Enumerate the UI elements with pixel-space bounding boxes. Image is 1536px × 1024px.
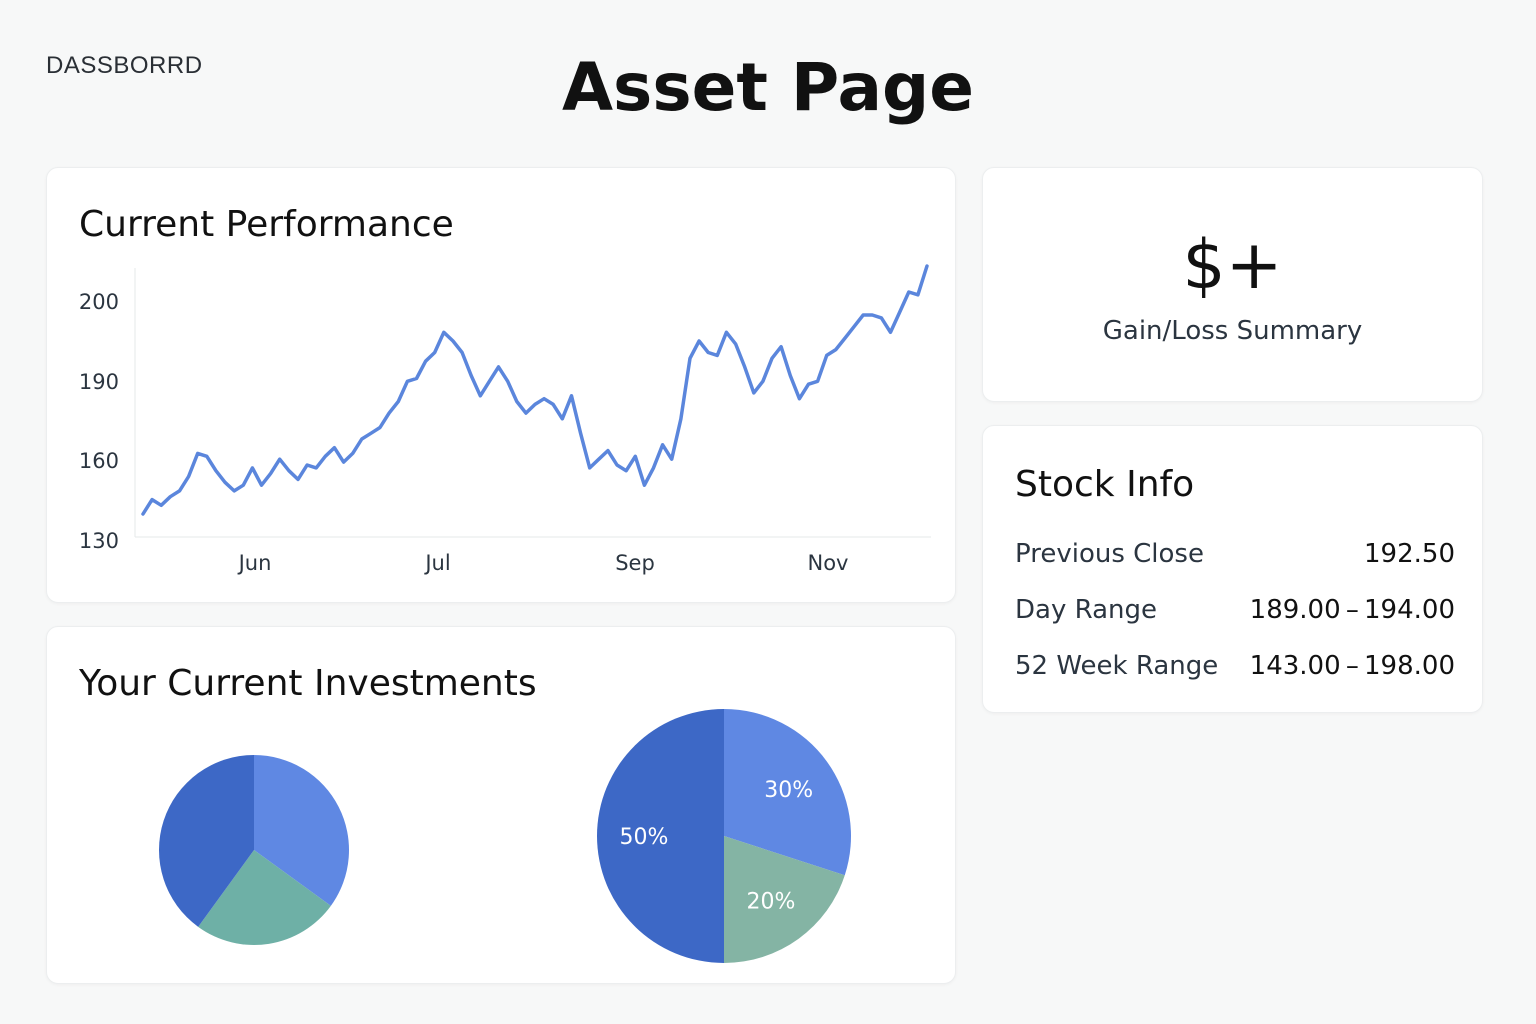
stock-row-day-range: Day Range 189.00 – 194.00 [1015,582,1455,638]
pie-slice-label: 30% [764,778,813,803]
investments-pie-right: 30% 20% 50% [597,709,851,963]
stock-row-value: 189.00 – 194.00 [1249,595,1455,625]
current-performance-card: Current Performance 130 160 190 200 Jun Jul S… [46,167,956,603]
stock-info-card: Stock Info Previous Close 192.50 Day Ran… [982,425,1483,713]
y-tick-label: 190 [79,370,119,394]
stock-info-table: Previous Close 192.50 Day Range 189.00 –… [1015,526,1455,694]
x-tick-label: Sep [615,551,655,575]
gain-loss-card: $+ Gain/Loss Summary [982,167,1483,402]
x-tick-label: Jun [237,551,272,575]
performance-line-chart: 130 160 190 200 Jun Jul Sep Nov [79,264,931,575]
y-tick-label: 160 [79,449,119,473]
stock-row-52-week-range: 52 Week Range 143.00 – 198.00 [1015,638,1455,694]
performance-series-line [141,264,929,516]
stock-row-value: 192.50 [1364,539,1455,569]
gain-loss-label: Gain/Loss Summary [1102,316,1363,346]
page-title: Asset Page [561,49,975,126]
gain-loss-value: $+ [1182,226,1283,305]
x-tick-label: Nov [808,551,849,575]
investments-pie-left [158,755,350,946]
x-tick-label: Jul [423,551,450,575]
stock-row-label: Day Range [1015,595,1158,625]
investments-pie-charts: 30% 20% 50% [158,709,851,963]
stock-row-label: Previous Close [1015,539,1204,569]
pie-slice-label: 50% [620,825,669,850]
y-tick-label: 130 [79,529,119,553]
stock-info-title: Stock Info [1015,464,1195,505]
stock-row-label: 52 Week Range [1015,651,1219,681]
stock-row-value: 143.00 – 198.00 [1249,651,1455,681]
stock-row-previous-close: Previous Close 192.50 [1015,526,1455,582]
y-tick-label: 200 [79,290,119,314]
pie-slice-label: 20% [747,890,796,915]
current-investments-card: Your Current Investments 30% 20% 50% [46,626,956,984]
